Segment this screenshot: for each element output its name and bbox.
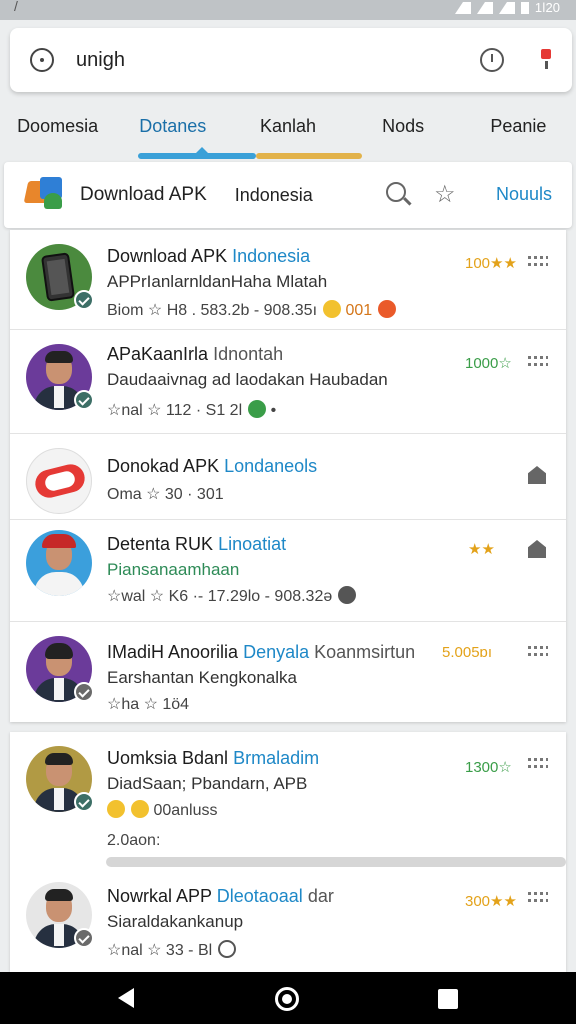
search-input[interactable]: unigh xyxy=(76,49,480,72)
item-subtitle: Piansanaamhaan xyxy=(107,560,240,579)
status-left-glyph: / xyxy=(14,0,18,14)
system-nav-bar xyxy=(0,972,576,1024)
item-subtitle: Earshantan Kengkonalka xyxy=(107,668,297,687)
item-rating: 1300☆ xyxy=(465,759,512,776)
list-item[interactable]: Uomksia Bdanl Brmaladim DiadSaan; Pbanda… xyxy=(10,732,566,867)
tab-indicator xyxy=(138,153,256,159)
item-title: APaKaanIrla Idnontah xyxy=(107,344,284,364)
home-icon[interactable] xyxy=(275,987,299,1011)
list-item[interactable]: Download APK Indonesia APPrIanlarnldanHa… xyxy=(10,230,566,330)
list-item[interactable]: Donokad APK Londaneols Oma ☆ 30 · 301 xyxy=(10,434,566,520)
results-card-1: Download APK Indonesia APPrIanlarnldanHa… xyxy=(10,230,566,722)
tab-indicator-secondary xyxy=(256,153,362,159)
list-item[interactable]: IMadiH Anoorilia Denyala Koanmsirtun Ear… xyxy=(10,622,566,722)
item-title: Donokad APK Londaneols xyxy=(107,456,318,476)
item-rating: 100★★ xyxy=(465,255,517,272)
verified-badge-icon xyxy=(74,682,94,702)
list-item[interactable]: Nowrkal APP Dleotaoaal dar Siaraldakanka… xyxy=(10,872,566,972)
more-options-icon[interactable] xyxy=(528,256,548,268)
app-bar: Download APK Indonesia ☆ Nouuls xyxy=(4,162,572,228)
item-meta: 00anluss xyxy=(107,800,218,820)
item-subtitle: Daudaaivnag ad laodakan Haubadan xyxy=(107,370,388,389)
status-icons: 1ǀ20 xyxy=(454,0,560,15)
status-time: 1ǀ20 xyxy=(534,0,560,15)
item-meta: ☆nal ☆ 112 · S1 2l • xyxy=(107,400,277,419)
verified-badge-icon xyxy=(74,928,94,948)
mic-icon[interactable] xyxy=(538,49,552,71)
app-subtitle: Indonesia xyxy=(234,184,313,205)
tab-2[interactable]: Kanlah xyxy=(230,100,345,160)
item-meta: ☆nal ☆ 33 - Bl xyxy=(107,940,237,960)
app-logo-icon xyxy=(23,177,70,213)
tab-bar: Doomesia Dotanes Kanlah Nods Peanie xyxy=(0,100,576,160)
more-options-icon[interactable] xyxy=(528,646,548,658)
search-bar[interactable]: unigh xyxy=(10,28,572,92)
tab-3[interactable]: Nods xyxy=(346,100,461,160)
app-title: Download APK xyxy=(80,184,207,205)
more-options-icon[interactable] xyxy=(528,758,548,770)
list-item[interactable]: APaKaanIrla Idnontah Daudaaivnag ad laod… xyxy=(10,330,566,434)
item-meta: Oma ☆ 30 · 301 xyxy=(107,486,224,503)
battery-icon xyxy=(520,1,529,14)
download-icon[interactable] xyxy=(528,540,546,558)
item-meta: ☆wal ☆ K6 ·- 17.29lo - 908.32ə xyxy=(107,586,357,606)
search-icon[interactable] xyxy=(386,182,406,202)
verified-badge-icon xyxy=(74,792,94,812)
item-subtitle: DiadSaan; Pbandarn, APB xyxy=(107,774,308,793)
avatar xyxy=(26,530,92,596)
history-icon[interactable] xyxy=(480,48,504,72)
status-bar: / 1ǀ20 xyxy=(0,0,576,20)
back-icon[interactable] xyxy=(118,988,134,1008)
share-icon[interactable]: ☆ xyxy=(434,180,456,209)
item-subtitle: Siaraldakankanup xyxy=(107,912,244,931)
item-title: Nowrkal APP Dleotaoaal dar xyxy=(107,886,334,906)
item-rating: 5.005ɒı xyxy=(442,644,493,661)
item-rating: ★★ xyxy=(468,541,495,558)
avatar xyxy=(26,448,92,514)
list-item[interactable]: Detenta RUK Linoatiat Piansanaamhaan ☆wa… xyxy=(10,520,566,622)
wifi-icon xyxy=(454,1,471,14)
item-meta: ☆ha ☆ 1ö4 xyxy=(107,696,190,713)
search-icon[interactable] xyxy=(30,48,54,72)
verified-badge-icon xyxy=(74,390,94,410)
item-title: IMadiH Anoorilia Denyala Koanmsirtun xyxy=(107,642,416,662)
signal-icon xyxy=(476,1,493,14)
verified-badge-icon xyxy=(74,290,94,310)
download-icon[interactable] xyxy=(528,466,546,484)
tab-0[interactable]: Doomesia xyxy=(0,100,115,160)
recents-icon[interactable] xyxy=(438,989,458,1009)
item-rating: 1000☆ xyxy=(465,355,512,372)
signal-icon-2 xyxy=(498,1,515,14)
tab-4[interactable]: Peanie xyxy=(461,100,576,160)
more-options-icon[interactable] xyxy=(528,356,548,368)
header-link[interactable]: Nouuls xyxy=(496,184,552,205)
results-card-2: Uomksia Bdanl Brmaladim DiadSaan; Pbanda… xyxy=(10,732,566,972)
item-title: Uomksia Bdanl Brmaladim xyxy=(107,748,320,768)
item-subtitle: APPrIanlarnldanHaha Mlatah xyxy=(107,272,328,291)
item-title: Detenta RUK Linoatiat xyxy=(107,534,287,554)
tab-1[interactable]: Dotanes xyxy=(115,100,230,160)
item-meta: Biom ☆ H8 . 583.2b - 908.35ı 001 xyxy=(107,300,397,320)
item-meta-secondary: 2.0aon: xyxy=(107,832,161,849)
item-rating: 300★★ xyxy=(465,893,517,910)
horizontal-scrollbar[interactable] xyxy=(106,857,566,867)
more-options-icon[interactable] xyxy=(528,892,548,904)
item-title: Download APK Indonesia xyxy=(107,246,311,266)
